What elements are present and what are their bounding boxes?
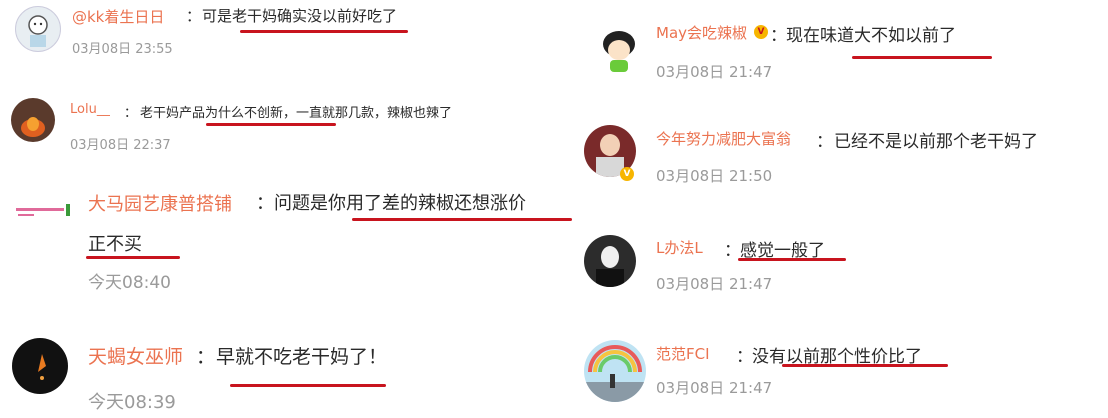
highlight-underline (240, 30, 408, 33)
username-link[interactable]: 今年努力减肥大富翁 (656, 128, 791, 149)
username-link[interactable]: @kk着生日日 (72, 6, 164, 27)
username-link[interactable]: L办法L (656, 237, 703, 258)
comment-separator: ： (816, 132, 833, 152)
dark-avatar-icon[interactable] (12, 338, 68, 394)
comment-separator: ： (736, 347, 753, 367)
verified-badge-icon: V (754, 25, 768, 39)
comment-item: 范范FCI ： 没有以前那个性价比了 03月08日 21:47 (554, 330, 1108, 418)
comment-timestamp: 03月08日 21:47 (656, 63, 773, 81)
comment-timestamp: 03月08日 21:50 (656, 167, 773, 185)
comment-text: 老干妈产品为什么不创新，一直就那几款，辣椒也辣了 (140, 106, 453, 121)
comment-text: 早就不吃老干妈了！ (216, 346, 388, 368)
comment-timestamp: 03月08日 21:47 (656, 379, 773, 397)
username-link[interactable]: Lolu__ (70, 102, 110, 117)
comment-separator: ： (256, 193, 274, 214)
person-avatar[interactable] (584, 235, 636, 287)
comment-timestamp: 03月08日 23:55 (72, 42, 173, 57)
right-comment-column: May会吃辣椒 V ： 现在味道大不如以前了 03月08日 21:47 V 今年… (554, 0, 1108, 418)
verified-badge-icon: V (620, 167, 634, 181)
username-link[interactable]: May会吃辣椒 (656, 22, 747, 43)
comment-item: 大马园艺康普搭铺 ： 问题是你用了差的辣椒还想涨价 正不买 今天08:40 (0, 180, 572, 300)
username-link[interactable]: 大马园艺康普搭铺 (88, 190, 232, 216)
comment-separator: ： (196, 346, 216, 368)
comment-timestamp: 03月08日 22:37 (70, 138, 171, 153)
comment-text: 问题是你用了差的辣椒还想涨价 (274, 193, 526, 214)
highlight-underline (738, 258, 846, 261)
comment-separator: ： (186, 7, 202, 25)
comment-timestamp: 03月08日 21:47 (656, 275, 773, 293)
comment-text: 可是老干妈确实没以前好吃了 (202, 7, 398, 25)
comment-item: V 今年努力减肥大富翁 ： 已经不是以前那个老干妈了 03月08日 21:50 (554, 115, 1108, 195)
cartoon-avatar-icon[interactable] (15, 6, 61, 52)
username-link[interactable]: 天蝎女巫师 (88, 342, 183, 369)
highlight-underline (852, 56, 992, 59)
comment-item: L办法L ： 感觉一般了 03月08日 21:47 (554, 225, 1108, 305)
rainbow-avatar[interactable] (584, 340, 646, 402)
comment-text: 已经不是以前那个老干妈了 (834, 132, 1038, 152)
comment-separator: ： (770, 26, 787, 46)
comment-item: May会吃辣椒 V ： 现在味道大不如以前了 03月08日 21:47 (554, 0, 1108, 96)
highlight-underline (782, 364, 948, 367)
comment-text-continued: 正不买 (88, 234, 142, 255)
comment-item: @kk着生日日 ： 可是老干妈确实没以前好吃了 03月08日 23:55 (0, 0, 554, 80)
highlight-underline (86, 256, 180, 259)
comment-timestamp: 今天08:39 (88, 392, 176, 413)
username-link[interactable]: 范范FCI (656, 343, 710, 364)
comment-timestamp: 今天08:40 (88, 273, 171, 293)
comment-item: 天蝎女巫师 ： 早就不吃老干妈了！ 今天08:39 (0, 325, 554, 418)
cartoon-girl-avatar[interactable] (594, 24, 644, 74)
comment-separator: ： (124, 106, 138, 121)
comment-text: 现在味道大不如以前了 (786, 26, 956, 46)
highlight-underline (230, 384, 386, 387)
left-comment-column: @kk着生日日 ： 可是老干妈确实没以前好吃了 03月08日 23:55 Lol… (0, 0, 572, 418)
comment-item: Lolu__ ： 老干妈产品为什么不创新，一直就那几款，辣椒也辣了 03月08日… (0, 90, 554, 170)
text-logo-avatar[interactable] (12, 198, 74, 224)
fire-avatar-icon[interactable] (11, 98, 55, 142)
highlight-underline (206, 123, 336, 126)
highlight-underline (352, 218, 572, 221)
